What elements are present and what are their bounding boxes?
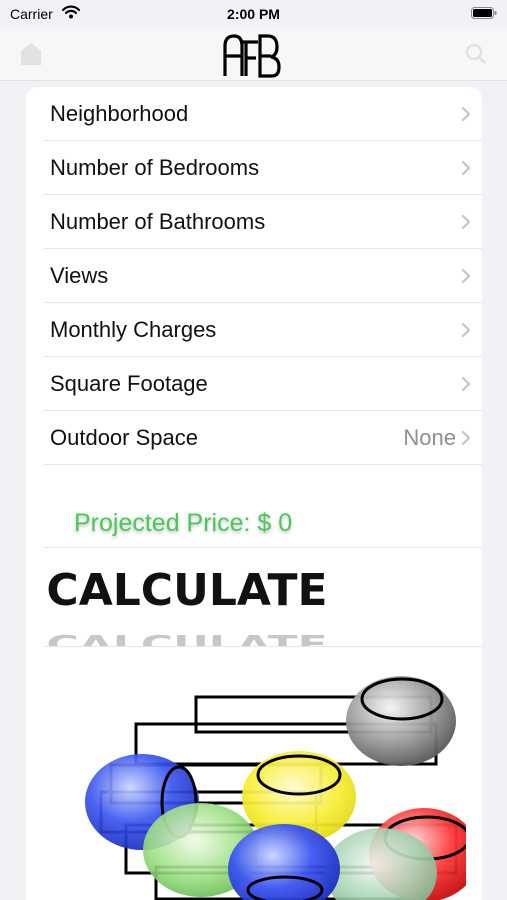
row-label: Outdoor Space — [50, 425, 198, 450]
svg-text:CALCULATE: CALCULATE — [46, 631, 327, 646]
row-neighborhood[interactable]: Neighborhood — [44, 87, 482, 141]
calculate-label-graphic: CALCULATE CALCULATE — [46, 565, 327, 646]
logo-icon — [223, 34, 281, 78]
row-label: Views — [50, 263, 109, 288]
calculate-label: CALCULATE — [46, 565, 327, 616]
row-number-of-bedrooms[interactable]: Number of Bedrooms — [44, 141, 482, 195]
chevron-right-icon — [461, 430, 471, 446]
battery-icon — [471, 7, 497, 19]
row-label: Monthly Charges — [50, 317, 217, 342]
decorative-illustration — [85, 676, 466, 900]
chevron-right-icon — [461, 268, 471, 284]
row-label: Square Footage — [50, 371, 208, 396]
chevron-right-icon — [461, 322, 471, 338]
row-monthly-charges[interactable]: Monthly Charges — [44, 303, 482, 357]
chevron-right-icon — [461, 214, 471, 230]
status-time: 2:00 PM — [227, 6, 280, 22]
row-value: None — [403, 425, 456, 450]
form-card: Neighborhood Number of Bedrooms Number o… — [26, 87, 482, 900]
chevron-right-icon — [461, 106, 471, 122]
row-label: Neighborhood — [50, 101, 189, 126]
divider — [44, 646, 482, 647]
row-views[interactable]: Views — [44, 249, 482, 303]
row-label: Number of Bathrooms — [50, 209, 266, 234]
status-bar: Carrier 2:00 PM — [0, 0, 507, 28]
calculate-button[interactable]: CALCULATE CALCULATE — [44, 548, 482, 646]
chevron-right-icon — [461, 160, 471, 176]
home-icon[interactable] — [20, 42, 42, 66]
navigation-bar — [0, 28, 507, 81]
search-icon[interactable] — [465, 43, 487, 65]
chevron-right-icon — [461, 376, 471, 392]
row-outdoor-space[interactable]: Outdoor Space None — [44, 411, 482, 465]
row-square-footage[interactable]: Square Footage — [44, 357, 482, 411]
row-label: Number of Bedrooms — [50, 155, 260, 180]
row-number-of-bathrooms[interactable]: Number of Bathrooms — [44, 195, 482, 249]
projected-price: Projected Price: $ 0 — [74, 509, 293, 537]
